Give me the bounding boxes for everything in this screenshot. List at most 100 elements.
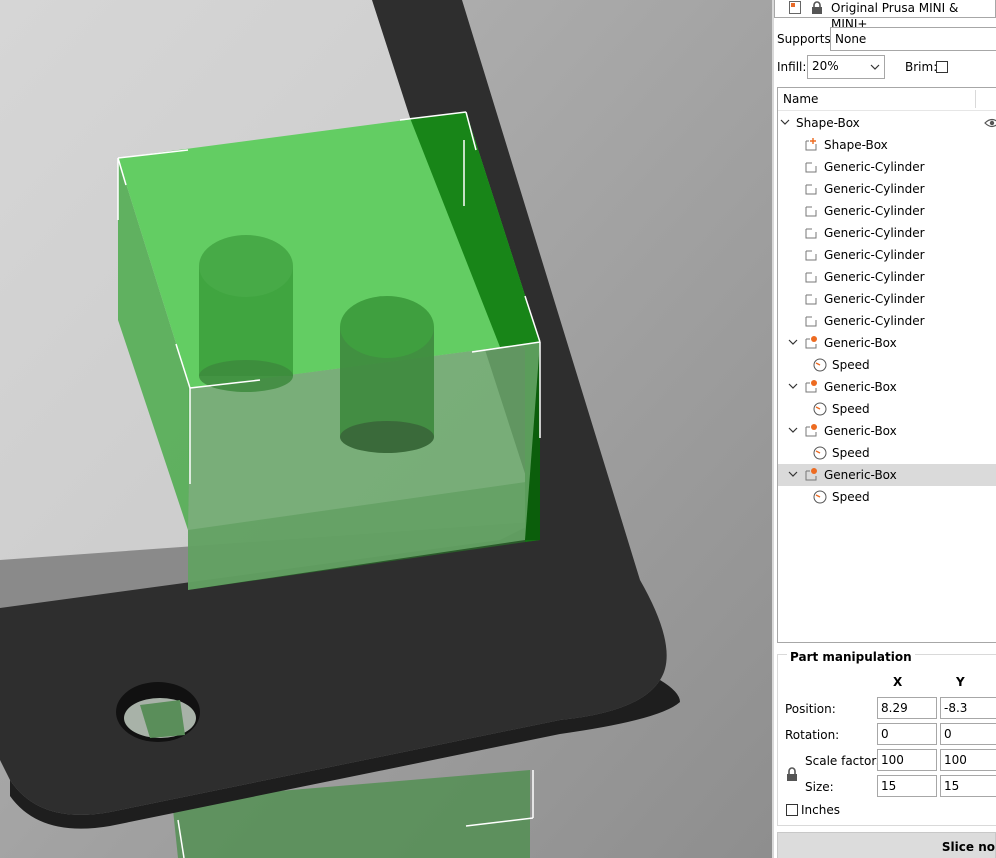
- object-list-header[interactable]: Name: [778, 88, 996, 111]
- chevron-down-icon[interactable]: [788, 425, 798, 435]
- scale-y-input[interactable]: 100: [940, 749, 996, 771]
- list-item-modifier[interactable]: Generic-Cylinder: [778, 266, 996, 288]
- modifier-settings-icon: [805, 336, 817, 349]
- list-item-modifier[interactable]: Generic-Cylinder: [778, 156, 996, 178]
- position-y-input[interactable]: -8.3: [940, 697, 996, 719]
- size-label: Size:: [805, 780, 834, 794]
- list-item-label: Generic-Cylinder: [824, 182, 925, 196]
- rotation-label: Rotation:: [785, 728, 840, 742]
- list-item-label: Generic-Box: [824, 380, 897, 394]
- list-item-label: Speed: [832, 358, 870, 372]
- size-x-input[interactable]: 15: [877, 775, 937, 797]
- list-item-label: Generic-Box: [824, 336, 897, 350]
- chevron-down-icon[interactable]: [788, 469, 798, 479]
- speed-icon: [813, 446, 827, 460]
- size-y-value: 15: [944, 779, 960, 793]
- inches-checkbox[interactable]: [786, 804, 798, 816]
- list-item-modifier-with-settings[interactable]: Generic-Box: [778, 332, 996, 354]
- list-item-label: Generic-Box: [824, 468, 897, 482]
- modifier-icon: [805, 162, 817, 173]
- list-item-setting[interactable]: Speed: [778, 442, 996, 464]
- list-item-modifier[interactable]: Generic-Cylinder: [778, 222, 996, 244]
- list-item-label: Generic-Box: [824, 424, 897, 438]
- rotation-x-input[interactable]: 0: [877, 723, 937, 745]
- scale-lock-icon[interactable]: [786, 767, 798, 782]
- list-item-modifier[interactable]: Generic-Cylinder: [778, 178, 996, 200]
- 3d-viewport[interactable]: [0, 0, 772, 858]
- modifier-icon: [805, 184, 817, 195]
- list-item-label: Generic-Cylinder: [824, 314, 925, 328]
- modifier-icon: [805, 294, 817, 305]
- part-manipulation-panel: Part manipulation X Y Position: 8.29 -8.…: [777, 650, 996, 826]
- scale-factors-label: Scale factors:: [805, 754, 887, 768]
- list-item-label: Generic-Cylinder: [824, 292, 925, 306]
- list-item-label: Generic-Cylinder: [824, 160, 925, 174]
- supports-combo[interactable]: None: [830, 27, 996, 51]
- modifier-settings-icon: [805, 424, 817, 437]
- inches-label: Inches: [801, 803, 840, 817]
- speed-icon: [813, 402, 827, 416]
- modifier-icon: [805, 272, 817, 283]
- brim-label: Brim:: [905, 60, 938, 74]
- column-name-header: Name: [783, 92, 819, 106]
- column-y-header: Y: [956, 675, 965, 689]
- modifier-icon: [805, 316, 817, 327]
- list-item-label: Shape-Box: [796, 116, 860, 130]
- size-x-value: 15: [881, 779, 897, 793]
- speed-icon: [813, 490, 827, 504]
- list-item-setting[interactable]: Speed: [778, 486, 996, 508]
- list-item-modifier[interactable]: Generic-Cylinder: [778, 310, 996, 332]
- chevron-down-icon: [870, 64, 880, 70]
- supports-value: None: [835, 32, 867, 46]
- lock-icon: [812, 1, 822, 14]
- list-item-modifier-with-settings[interactable]: Generic-Box: [778, 376, 996, 398]
- rotation-y-value: 0: [944, 727, 952, 741]
- list-item-label: Generic-Cylinder: [824, 270, 925, 284]
- column-separator: [975, 90, 976, 108]
- cylinder-1: [199, 235, 293, 392]
- slice-now-label: Slice no: [941, 840, 995, 854]
- size-y-input[interactable]: 15: [940, 775, 996, 797]
- list-item-label: Shape-Box: [824, 138, 888, 152]
- modifier-settings-icon: [805, 468, 817, 481]
- chevron-down-icon[interactable]: [788, 381, 798, 391]
- list-item-object[interactable]: Shape-Box: [778, 112, 996, 134]
- slice-now-button[interactable]: Slice no: [777, 832, 996, 858]
- list-item-modifier[interactable]: Generic-Cylinder: [778, 200, 996, 222]
- list-item-setting[interactable]: Speed: [778, 354, 996, 376]
- printer-profile-icon: [789, 1, 801, 14]
- rotation-y-input[interactable]: 0: [940, 723, 996, 745]
- eye-icon[interactable]: [984, 118, 996, 128]
- infill-combo[interactable]: 20%: [807, 55, 885, 79]
- position-y-value: -8.3: [944, 701, 968, 715]
- chevron-down-icon[interactable]: [780, 117, 790, 127]
- right-sidebar: Original Prusa MINI & MINI+ Supports: No…: [774, 0, 996, 858]
- list-item-modifier-with-settings[interactable]: Generic-Box: [778, 420, 996, 442]
- modifier-icon: [805, 206, 817, 217]
- list-item-label: Generic-Cylinder: [824, 248, 925, 262]
- speed-icon: [813, 358, 827, 372]
- list-item-part[interactable]: Shape-Box: [778, 134, 996, 156]
- position-x-input[interactable]: 8.29: [877, 697, 937, 719]
- infill-label: Infill:: [777, 60, 807, 74]
- list-item-setting[interactable]: Speed: [778, 398, 996, 420]
- list-item-modifier-with-settings-selected[interactable]: Generic-Box: [778, 464, 996, 486]
- list-item-modifier[interactable]: Generic-Cylinder: [778, 244, 996, 266]
- scale-x-input[interactable]: 100: [877, 749, 937, 771]
- list-item-label: Speed: [832, 446, 870, 460]
- rotation-x-value: 0: [881, 727, 889, 741]
- part-manipulation-title: Part manipulation: [787, 650, 915, 664]
- modifier-icon: [805, 228, 817, 239]
- brim-checkbox[interactable]: [936, 61, 948, 73]
- object-list[interactable]: Name Shape-Box Shape-Box Generic-Cylinde…: [777, 87, 996, 643]
- modifier-settings-icon: [805, 380, 817, 393]
- part-icon: [805, 138, 817, 151]
- position-label: Position:: [785, 702, 836, 716]
- list-item-label: Speed: [832, 402, 870, 416]
- position-x-value: 8.29: [881, 701, 908, 715]
- supports-label: Supports:: [777, 32, 835, 46]
- list-item-modifier[interactable]: Generic-Cylinder: [778, 288, 996, 310]
- list-item-label: Generic-Cylinder: [824, 226, 925, 240]
- printer-selector[interactable]: Original Prusa MINI & MINI+: [774, 0, 996, 31]
- chevron-down-icon[interactable]: [788, 337, 798, 347]
